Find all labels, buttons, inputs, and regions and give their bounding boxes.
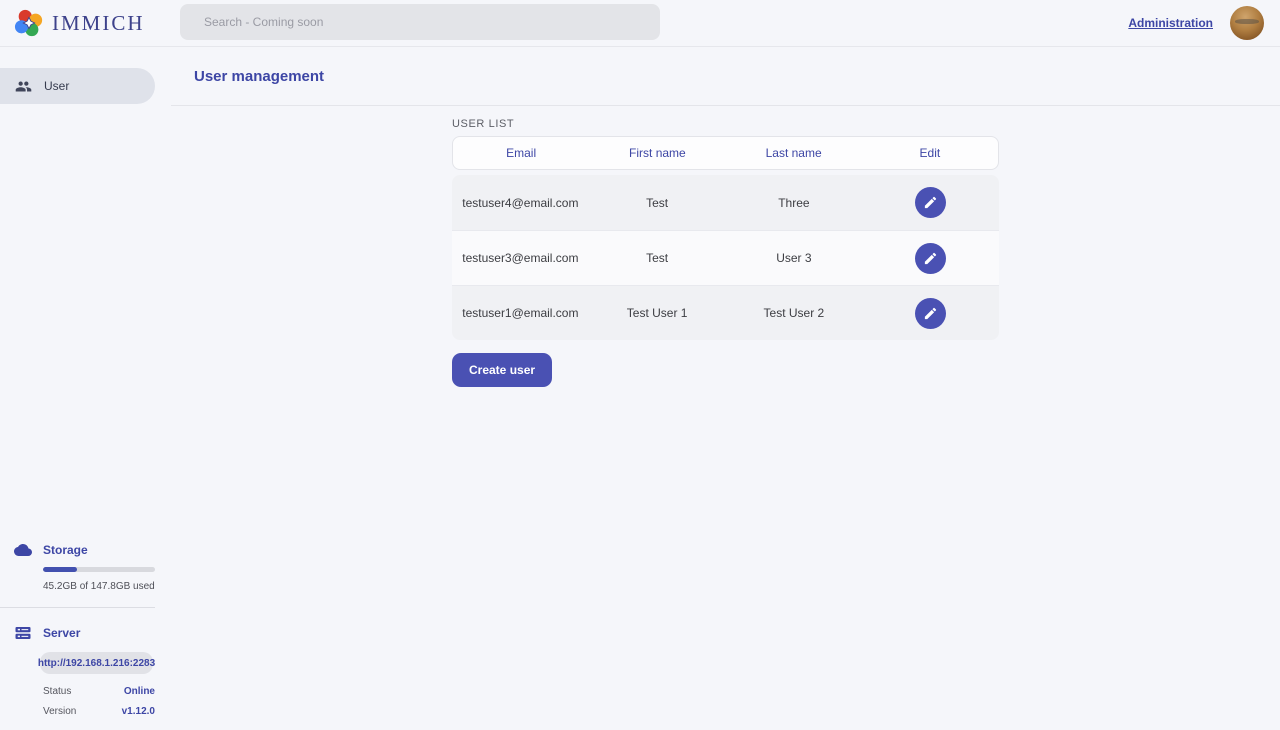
cloud-icon [14, 541, 32, 559]
server-status-row: Status Online [43, 686, 155, 697]
user-avatar[interactable] [1230, 6, 1264, 40]
app-logo[interactable]: IMMICH [0, 8, 145, 38]
pencil-icon [923, 306, 938, 321]
search-bar[interactable] [180, 4, 660, 40]
table-row: testuser4@email.com Test Three [452, 175, 999, 230]
cell-first-name: Test User 1 [589, 306, 726, 320]
users-icon [15, 78, 32, 95]
table-row: testuser3@email.com Test User 3 [452, 230, 999, 285]
server-url: http://192.168.1.216:2283 [38, 658, 155, 669]
server-version-row: Version v1.12.0 [43, 706, 155, 717]
server-section-header: Server [0, 624, 171, 642]
sidebar-item-user[interactable]: User [0, 68, 155, 104]
column-edit: Edit [862, 146, 998, 160]
edit-user-button[interactable] [915, 298, 946, 329]
storage-section-header: Storage [0, 541, 171, 559]
main-area: User management USER LIST Email First na… [171, 47, 1280, 730]
version-label: Version [43, 706, 76, 717]
edit-user-button[interactable] [915, 187, 946, 218]
storage-progress-fill [43, 567, 77, 572]
storage-usage-text: 45.2GB of 147.8GB used [43, 581, 171, 592]
column-last-name: Last name [726, 146, 862, 160]
table-header: Email First name Last name Edit [452, 136, 999, 170]
app-title: IMMICH [52, 11, 145, 36]
create-user-button[interactable]: Create user [452, 353, 552, 387]
cell-last-name: Test User 2 [726, 306, 863, 320]
cell-last-name: Three [726, 196, 863, 210]
search-input[interactable] [180, 4, 660, 40]
user-list-label: USER LIST [452, 118, 999, 130]
administration-link[interactable]: Administration [1128, 16, 1213, 30]
cell-first-name: Test [589, 196, 726, 210]
status-label: Status [43, 686, 71, 697]
column-first-name: First name [589, 146, 725, 160]
title-bar: User management [171, 47, 1280, 106]
sidebar-status-panel: Storage 45.2GB of 147.8GB used [0, 541, 171, 730]
pencil-icon [923, 195, 938, 210]
cell-email: testuser1@email.com [452, 306, 589, 320]
storage-title: Storage [43, 543, 88, 557]
cell-email: testuser4@email.com [452, 196, 589, 210]
version-value: v1.12.0 [122, 706, 155, 717]
server-title: Server [43, 626, 80, 640]
sidebar: User Storage 45.2GB of 147.8GB used [0, 47, 171, 730]
cell-first-name: Test [589, 251, 726, 265]
pencil-icon [923, 251, 938, 266]
cell-email: testuser3@email.com [452, 251, 589, 265]
page-title: User management [194, 68, 324, 85]
sidebar-divider [0, 607, 155, 608]
immich-flower-icon [14, 8, 44, 38]
user-table: testuser4@email.com Test Three testuser3… [452, 175, 999, 340]
server-icon [14, 624, 32, 642]
sidebar-item-label: User [44, 79, 69, 93]
edit-user-button[interactable] [915, 243, 946, 274]
top-bar: IMMICH Administration [0, 0, 1280, 47]
cell-last-name: User 3 [726, 251, 863, 265]
server-url-badge: http://192.168.1.216:2283 [40, 652, 153, 674]
table-row: testuser1@email.com Test User 1 Test Use… [452, 285, 999, 340]
storage-progress-bar [43, 567, 155, 572]
status-value: Online [124, 686, 155, 697]
column-email: Email [453, 146, 589, 160]
